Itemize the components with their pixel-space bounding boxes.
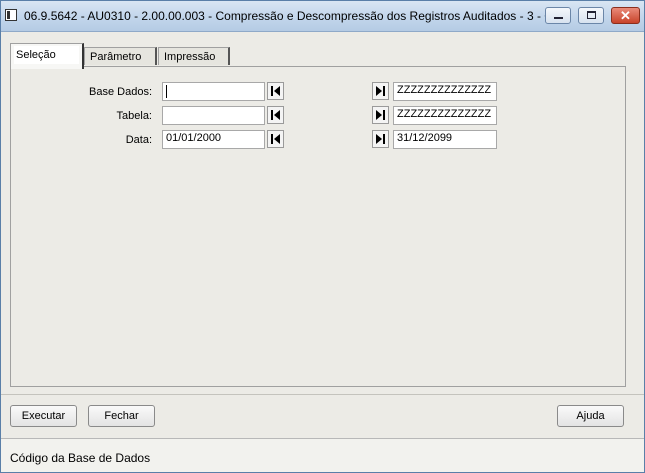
application-window: 06.9.5642 - AU0310 - 2.00.00.003 - Compr… (0, 0, 645, 473)
tab-impressao[interactable]: Impressão (158, 47, 230, 65)
tab-parametro[interactable]: Parâmetro (84, 47, 157, 65)
window-title: 06.9.5642 - AU0310 - 2.00.00.003 - Compr… (24, 9, 563, 23)
base-dados-label: Base Dados: (89, 86, 152, 98)
help-button[interactable]: Ajuda (557, 405, 624, 427)
tab-impressao-label: Impressão (164, 51, 216, 63)
minimize-icon (554, 17, 563, 19)
close-button[interactable]: Fechar (88, 405, 155, 427)
title-bar[interactable]: 06.9.5642 - AU0310 - 2.00.00.003 - Compr… (1, 1, 644, 32)
tabela-final-input[interactable]: ZZZZZZZZZZZZZZ (393, 106, 497, 125)
last-record-icon[interactable] (372, 82, 389, 100)
separator (1, 394, 644, 395)
tab-selecao-label: Seleção (16, 49, 56, 61)
tabela-initial-input[interactable] (162, 106, 265, 125)
data-label: Data: (125, 134, 152, 146)
execute-button[interactable]: Executar (10, 405, 77, 427)
last-record-icon[interactable] (372, 130, 389, 148)
base-dados-initial-input[interactable] (162, 82, 265, 101)
status-bar: Código da Base de Dados (1, 438, 644, 472)
tab-selecao[interactable]: Seleção (10, 43, 84, 69)
tab-parametro-label: Parâmetro (90, 51, 142, 63)
close-window-button[interactable]: ✕ (611, 7, 640, 24)
base-dados-final-input[interactable]: ZZZZZZZZZZZZZZ (393, 82, 497, 101)
text-caret (166, 85, 167, 98)
first-record-icon[interactable] (267, 130, 284, 148)
maximize-icon (587, 11, 596, 19)
data-initial-input[interactable]: 01/01/2000 (162, 130, 265, 149)
first-record-icon[interactable] (267, 106, 284, 124)
tab-panel-selecao: Base Dados: Tabela: Data: (10, 66, 626, 387)
status-text: Código da Base de Dados (10, 451, 151, 465)
data-final-input[interactable]: 31/12/2099 (393, 130, 497, 149)
window-icon[interactable] (5, 9, 17, 21)
last-record-icon[interactable] (372, 106, 389, 124)
tabela-label: Tabela: (116, 110, 152, 122)
close-icon: ✕ (620, 8, 631, 23)
maximize-button[interactable] (578, 7, 604, 24)
first-record-icon[interactable] (267, 82, 284, 100)
minimize-button[interactable] (545, 7, 571, 24)
